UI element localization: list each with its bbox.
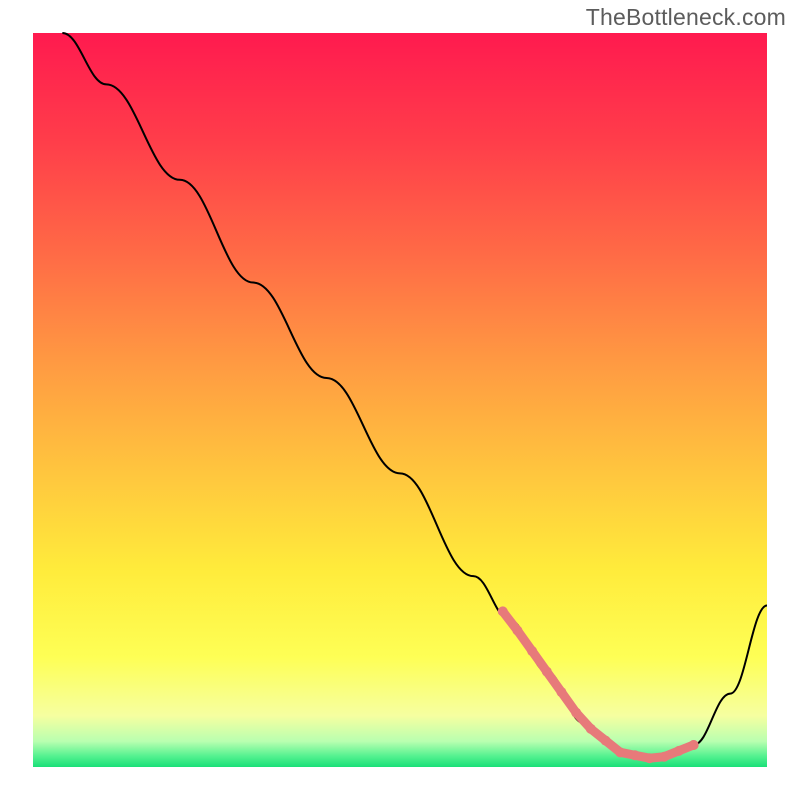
highlight-dot xyxy=(512,625,522,635)
highlight-dot xyxy=(498,606,508,616)
highlight-dot xyxy=(586,724,596,734)
highlight-dot xyxy=(571,708,581,718)
highlight-dot xyxy=(615,747,625,757)
highlight-dot xyxy=(601,736,611,746)
highlight-dot xyxy=(645,753,655,763)
highlight-dot xyxy=(542,667,552,677)
chart-svg xyxy=(0,0,800,800)
highlight-dot xyxy=(556,687,566,697)
highlight-dot xyxy=(630,750,640,760)
highlight-dot xyxy=(659,752,669,762)
highlight-dot xyxy=(527,646,537,656)
watermark-text: TheBottleneck.com xyxy=(586,4,786,31)
highlight-dot xyxy=(689,740,699,750)
highlight-dot xyxy=(674,746,684,756)
plot-background xyxy=(33,33,767,767)
bottleneck-chart: TheBottleneck.com xyxy=(0,0,800,800)
